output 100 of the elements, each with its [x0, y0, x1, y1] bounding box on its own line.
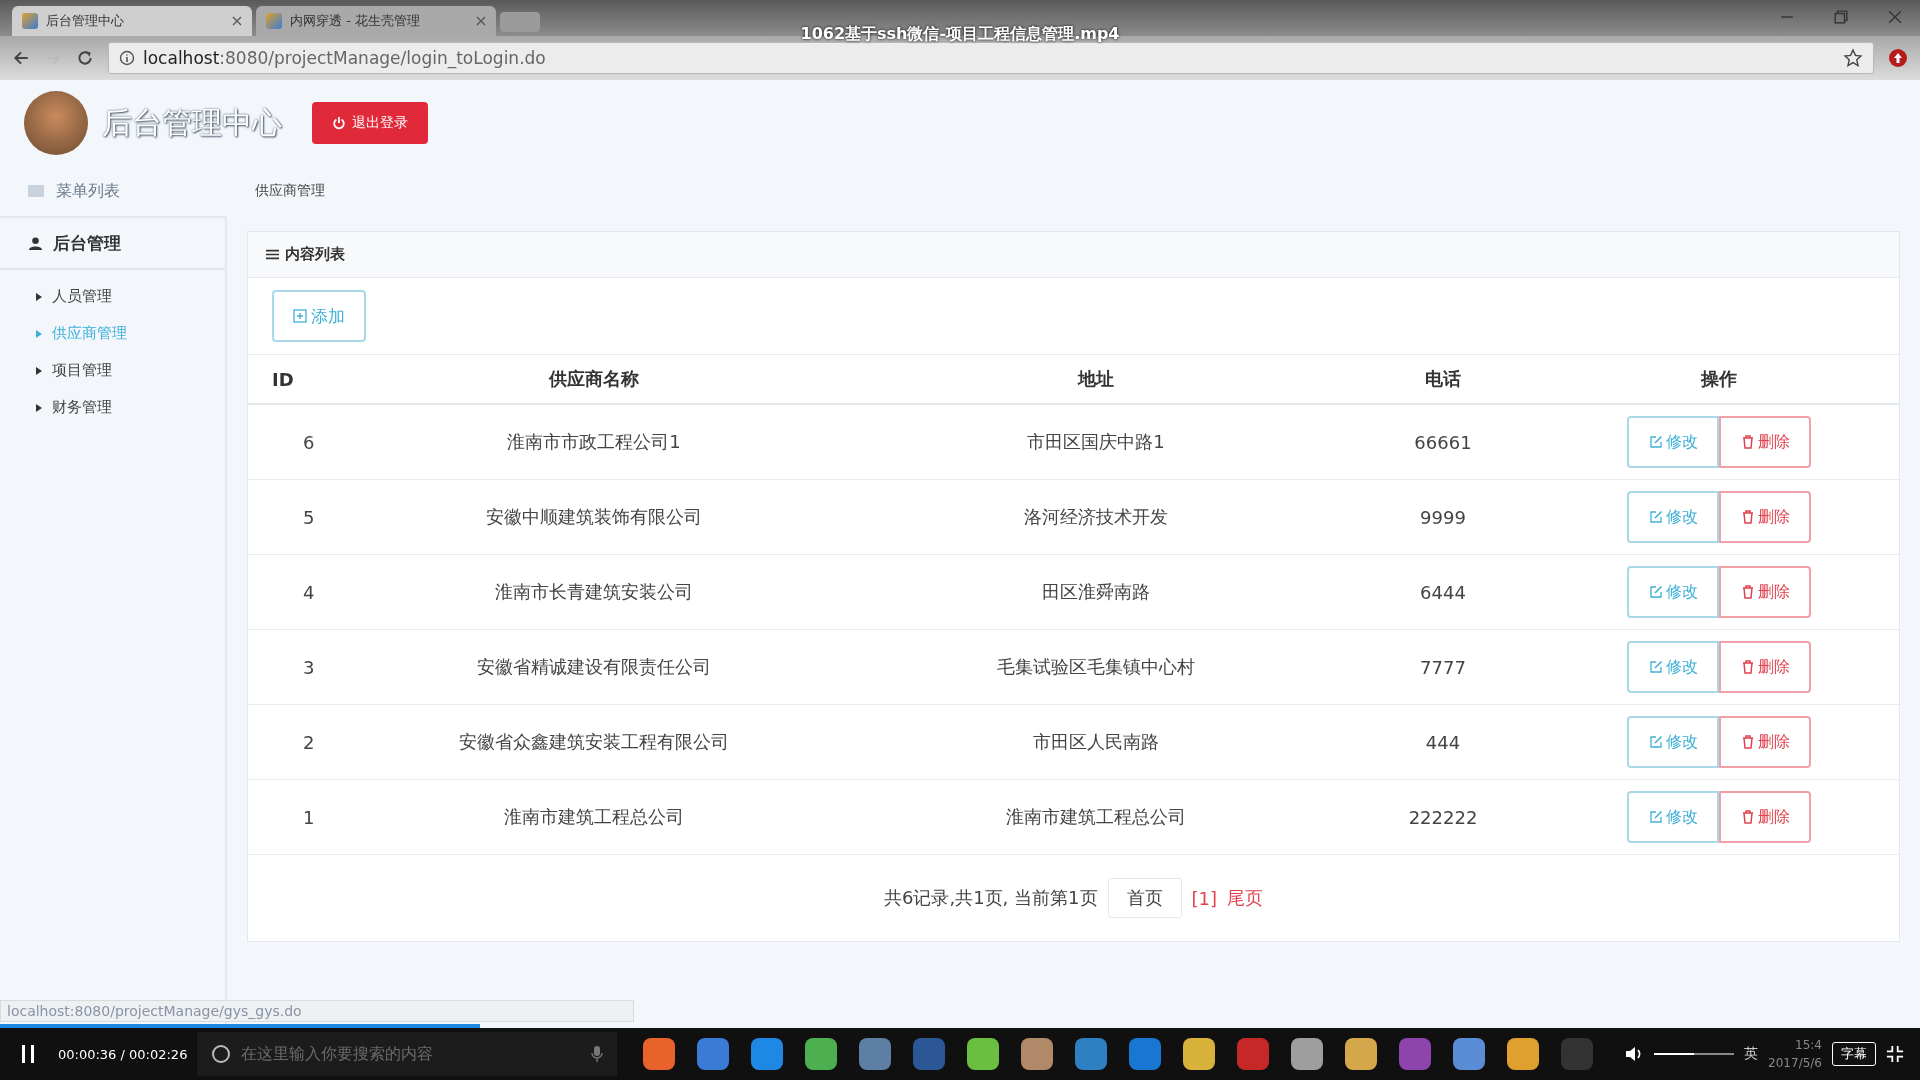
taskbar-app-icon[interactable]	[967, 1038, 1000, 1070]
address-bar[interactable]: localhost:8080/projectManage/login_toLogin.do	[108, 42, 1874, 74]
browser-tab[interactable]: 后台管理中心	[12, 6, 252, 36]
info-icon	[119, 50, 135, 66]
microphone-icon	[591, 1045, 604, 1063]
table-cell: 安徽省精诚建设有限责任公司	[343, 629, 845, 705]
delete-button[interactable]: 删除	[1719, 491, 1811, 543]
table-cell: 66661	[1347, 404, 1539, 480]
table-cell: 3	[248, 629, 343, 705]
column-header: 操作	[1539, 355, 1899, 404]
table-cell: 4	[248, 554, 343, 630]
sidebar-group-header[interactable]: 后台管理	[0, 218, 225, 270]
edit-button[interactable]: 修改	[1627, 791, 1719, 843]
edit-button[interactable]: 修改	[1627, 566, 1719, 618]
taskbar-app-icon[interactable]	[1183, 1038, 1216, 1070]
edit-icon	[1648, 510, 1663, 524]
taskbar-search-field[interactable]: 在这里输入你要搜索的内容	[197, 1032, 618, 1076]
app-title: 后台管理中心	[102, 103, 282, 142]
taskbar-app-icon[interactable]	[751, 1038, 784, 1070]
table-cell: 淮南市市政工程公司1	[343, 404, 845, 480]
taskbar-app-icon[interactable]	[1129, 1038, 1162, 1070]
taskbar-app-icon[interactable]	[805, 1038, 838, 1070]
table-cell: 1	[248, 779, 343, 855]
delete-button[interactable]: 删除	[1719, 416, 1811, 468]
close-icon[interactable]	[1888, 10, 1902, 24]
sidebar-item[interactable]: 人员管理	[0, 278, 225, 315]
edit-button[interactable]: 修改	[1627, 641, 1719, 693]
taskbar-app-icon[interactable]	[1507, 1038, 1540, 1070]
delete-button[interactable]: 删除	[1719, 791, 1811, 843]
caret-icon	[36, 403, 42, 412]
edit-icon	[1648, 810, 1663, 824]
favicon-icon	[266, 13, 282, 29]
extension-icon[interactable]	[1888, 48, 1908, 68]
table-cell: 6	[248, 404, 343, 480]
page-summary: 共6记录,共1页, 当前第1页	[884, 886, 1098, 910]
power-icon	[332, 116, 346, 130]
trash-icon	[1740, 660, 1755, 674]
panel-title: 内容列表	[285, 245, 345, 264]
table-cell: 淮南市建筑工程总公司	[845, 779, 1347, 855]
taskbar-app-icon[interactable]	[1453, 1038, 1486, 1070]
star-icon[interactable]	[1843, 48, 1863, 68]
table-cell: 5	[248, 479, 343, 555]
edit-button[interactable]: 修改	[1627, 416, 1719, 468]
restore-icon[interactable]	[1834, 10, 1848, 24]
browser-tab[interactable]: 内网穿透 - 花生壳管理	[256, 6, 496, 36]
edit-icon	[1648, 735, 1663, 749]
trash-icon	[1740, 735, 1755, 749]
table-cell: 淮南市长青建筑安装公司	[343, 554, 845, 630]
taskbar-app-icon[interactable]	[1345, 1038, 1378, 1070]
menu-heading: 菜单列表	[56, 180, 120, 202]
edit-button[interactable]: 修改	[1627, 491, 1719, 543]
taskbar-app-icon[interactable]	[643, 1038, 676, 1070]
clock-date: 2017/5/6	[1768, 1056, 1822, 1070]
pause-icon[interactable]	[20, 1043, 36, 1065]
table-cell: 222222	[1347, 779, 1539, 855]
table-cell: 7777	[1347, 629, 1539, 705]
edit-icon	[1648, 660, 1663, 674]
taskbar-app-icon[interactable]	[1021, 1038, 1054, 1070]
favicon-icon	[22, 13, 38, 29]
first-page-button[interactable]: 首页	[1107, 878, 1182, 918]
breadcrumb: 供应商管理	[255, 182, 325, 200]
trash-icon	[1740, 435, 1755, 449]
taskbar-app-icon[interactable]	[1291, 1038, 1324, 1070]
close-icon[interactable]	[476, 16, 486, 26]
input-method-indicator[interactable]: 英	[1744, 1045, 1759, 1063]
delete-button[interactable]: 删除	[1719, 566, 1811, 618]
plus-square-icon	[293, 309, 307, 323]
column-header: 地址	[845, 355, 1347, 404]
table-cell: 田区淮舜南路	[845, 554, 1347, 630]
table-cell: 安徽中顺建筑装饰有限公司	[343, 479, 845, 555]
subtitles-button[interactable]: 字幕	[1832, 1042, 1876, 1066]
edit-icon	[1648, 435, 1663, 449]
exit-fullscreen-icon[interactable]	[1886, 1045, 1904, 1063]
column-header: 电话	[1347, 355, 1539, 404]
playback-time: 00:00:36 / 00:02:26	[58, 1046, 188, 1062]
clock-time: 15:4	[1795, 1038, 1822, 1052]
table-cell: 毛集试验区毛集镇中心村	[845, 629, 1347, 705]
table-cell: 9999	[1347, 479, 1539, 555]
taskbar-app-icon[interactable]	[697, 1038, 730, 1070]
sidebar-item[interactable]: 供应商管理	[0, 315, 225, 352]
logout-button[interactable]: 退出登录	[312, 102, 428, 144]
caret-icon	[36, 366, 42, 375]
trash-icon	[1740, 585, 1755, 599]
taskbar-app-icon[interactable]	[859, 1038, 892, 1070]
trash-icon	[1740, 510, 1755, 524]
sidebar-item[interactable]: 财务管理	[0, 389, 225, 426]
delete-button[interactable]: 删除	[1719, 716, 1811, 768]
sidebar-item[interactable]: 项目管理	[0, 352, 225, 389]
url-text: localhost:8080/projectManage/login_toLogin.do	[143, 48, 546, 68]
current-page-number[interactable]: [1]	[1191, 887, 1217, 909]
add-button[interactable]: 添加	[272, 290, 366, 342]
user-icon	[28, 235, 43, 251]
close-icon[interactable]	[232, 16, 242, 26]
edit-button[interactable]: 修改	[1627, 716, 1719, 768]
last-page-link[interactable]: 尾页	[1227, 886, 1263, 910]
back-arrow-icon[interactable]	[12, 49, 30, 67]
reload-icon[interactable]	[76, 49, 94, 67]
taskbar-app-icon[interactable]	[1075, 1038, 1108, 1070]
table-cell: 洛河经济技术开发	[845, 479, 1347, 555]
delete-button[interactable]: 删除	[1719, 641, 1811, 693]
